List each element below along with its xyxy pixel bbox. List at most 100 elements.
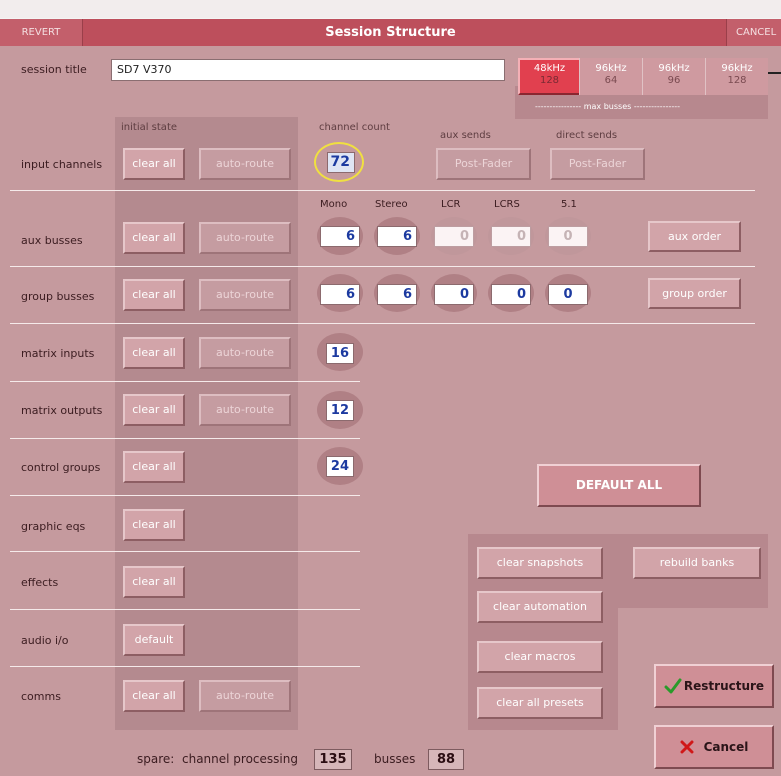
spare-channel-processing-value: 135 bbox=[314, 749, 352, 770]
group-lcr-count-field[interactable]: 0 bbox=[434, 284, 474, 305]
row-label-matrix-inputs: matrix inputs bbox=[21, 347, 95, 360]
bus-type-stereo-header: Stereo bbox=[375, 199, 408, 210]
title-bar: REVERT Session Structure CANCEL bbox=[0, 18, 781, 47]
max-busses-caption: ---------------- max busses ------------… bbox=[535, 102, 681, 111]
restructure-button[interactable]: Restructure bbox=[654, 664, 774, 708]
revert-button[interactable]: REVERT bbox=[0, 19, 83, 47]
aux-sends-header: aux sends bbox=[440, 130, 491, 141]
effects-clear-all-button[interactable]: clear all bbox=[123, 566, 185, 598]
row-divider bbox=[10, 551, 360, 552]
row-label-group-busses: group busses bbox=[21, 290, 95, 303]
matrix-outputs-auto-route-button[interactable]: auto-route bbox=[199, 394, 291, 426]
sample-rate-option-48k-128[interactable]: 48kHz 128 bbox=[518, 58, 581, 95]
clear-automation-button[interactable]: clear automation bbox=[477, 591, 603, 623]
row-divider bbox=[10, 381, 360, 382]
row-divider bbox=[10, 266, 755, 267]
sample-rate-label: 48kHz bbox=[533, 63, 566, 74]
aux-mono-count-field[interactable]: 6 bbox=[320, 226, 360, 247]
sample-rate-label: 96kHz bbox=[658, 63, 690, 74]
row-divider bbox=[10, 323, 755, 324]
clear-macros-button[interactable]: clear macros bbox=[477, 641, 603, 673]
direct-sends-header: direct sends bbox=[556, 130, 618, 141]
control-groups-clear-all-button[interactable]: clear all bbox=[123, 451, 185, 483]
checkmark-icon bbox=[664, 678, 682, 694]
restructure-label: Restructure bbox=[683, 679, 765, 693]
rebuild-banks-button[interactable]: rebuild banks bbox=[633, 547, 761, 579]
aux-stereo-count-field[interactable]: 6 bbox=[377, 226, 417, 247]
comms-auto-route-button[interactable]: auto-route bbox=[199, 680, 291, 712]
group-busses-auto-route-button[interactable]: auto-route bbox=[199, 279, 291, 311]
sample-rate-option-96k-96[interactable]: 96kHz 96 bbox=[642, 58, 705, 95]
initial-state-header: initial state bbox=[121, 122, 178, 133]
sample-rate-selector: 48kHz 128 96kHz 64 96kHz 96 96kHz 128 bbox=[515, 58, 768, 95]
input-channels-clear-all-button[interactable]: clear all bbox=[123, 148, 185, 180]
aux-lcr-count-field[interactable]: 0 bbox=[434, 226, 474, 247]
aux-5-1-count-field[interactable]: 0 bbox=[548, 226, 588, 247]
graphic-eqs-clear-all-button[interactable]: clear all bbox=[123, 509, 185, 541]
row-label-matrix-outputs: matrix outputs bbox=[21, 404, 103, 417]
aux-sends-post-fader-button[interactable]: Post-Fader bbox=[436, 148, 531, 180]
row-label-comms: comms bbox=[21, 690, 61, 703]
row-label-control-groups: control groups bbox=[21, 461, 101, 474]
row-divider bbox=[10, 609, 360, 610]
audio-io-default-button[interactable]: default bbox=[123, 624, 185, 656]
group-5-1-count-field[interactable]: 0 bbox=[548, 284, 588, 305]
aux-order-button[interactable]: aux order bbox=[648, 221, 741, 252]
bus-type-lcr-header: LCR bbox=[441, 199, 461, 210]
row-label-aux-busses: aux busses bbox=[21, 234, 83, 247]
aux-lcrs-count-field[interactable]: 0 bbox=[491, 226, 531, 247]
max-busses-value: 128 bbox=[727, 75, 747, 86]
direct-sends-post-fader-button[interactable]: Post-Fader bbox=[550, 148, 645, 180]
session-title-label: session title bbox=[21, 63, 87, 76]
spare-busses-label: busses bbox=[374, 752, 416, 766]
row-divider bbox=[10, 495, 360, 496]
bus-type-mono-header: Mono bbox=[320, 199, 348, 210]
sample-rate-option-96k-64[interactable]: 96kHz 64 bbox=[579, 58, 642, 95]
row-divider bbox=[10, 190, 755, 191]
comms-clear-all-button[interactable]: clear all bbox=[123, 680, 185, 712]
sample-rate-label: 96kHz bbox=[721, 63, 753, 74]
spare-channel-processing-label: channel processing bbox=[182, 752, 298, 766]
channel-count-header: channel count bbox=[319, 122, 390, 133]
session-title-input[interactable]: SD7 V370 bbox=[111, 59, 505, 81]
spare-busses-value: 88 bbox=[428, 749, 464, 770]
bus-type-5-1-header: 5.1 bbox=[561, 199, 577, 210]
row-label-input-channels: input channels bbox=[21, 158, 103, 171]
aux-busses-clear-all-button[interactable]: clear all bbox=[123, 222, 185, 254]
row-divider bbox=[10, 438, 360, 439]
matrix-outputs-count-field[interactable]: 12 bbox=[326, 400, 354, 421]
control-groups-count-field[interactable]: 24 bbox=[326, 456, 354, 477]
cancel-title-button[interactable]: CANCEL bbox=[726, 19, 781, 47]
row-label-audio-io: audio i/o bbox=[21, 634, 69, 647]
matrix-inputs-auto-route-button[interactable]: auto-route bbox=[199, 337, 291, 369]
group-busses-clear-all-button[interactable]: clear all bbox=[123, 279, 185, 311]
default-all-button[interactable]: DEFAULT ALL bbox=[537, 464, 701, 507]
group-stereo-count-field[interactable]: 6 bbox=[377, 284, 417, 305]
group-order-button[interactable]: group order bbox=[648, 278, 741, 309]
sample-rate-option-96k-128[interactable]: 96kHz 128 bbox=[705, 58, 768, 95]
aux-busses-auto-route-button[interactable]: auto-route bbox=[199, 222, 291, 254]
spare-label: spare: bbox=[137, 752, 175, 766]
max-busses-value: 96 bbox=[667, 75, 681, 86]
window-title: Session Structure bbox=[325, 25, 456, 40]
group-mono-count-field[interactable]: 6 bbox=[320, 284, 360, 305]
row-label-graphic-eqs: graphic eqs bbox=[21, 520, 86, 533]
matrix-inputs-clear-all-button[interactable]: clear all bbox=[123, 337, 185, 369]
input-channel-count-field[interactable]: 72 bbox=[327, 152, 355, 173]
bus-type-lcrs-header: LCRS bbox=[494, 199, 520, 210]
clear-snapshots-button[interactable]: clear snapshots bbox=[477, 547, 603, 579]
input-channels-auto-route-button[interactable]: auto-route bbox=[199, 148, 291, 180]
matrix-inputs-count-field[interactable]: 16 bbox=[326, 343, 354, 364]
max-busses-value: 128 bbox=[539, 75, 560, 86]
group-lcrs-count-field[interactable]: 0 bbox=[491, 284, 531, 305]
cancel-label: Cancel bbox=[703, 740, 749, 754]
sample-rate-label: 96kHz bbox=[595, 63, 627, 74]
matrix-outputs-clear-all-button[interactable]: clear all bbox=[123, 394, 185, 426]
max-busses-value: 64 bbox=[604, 75, 618, 86]
connector-line bbox=[768, 72, 781, 74]
row-label-effects: effects bbox=[21, 576, 59, 589]
session-structure-window: REVERT Session Structure CANCEL session … bbox=[0, 0, 781, 776]
row-divider bbox=[10, 666, 360, 667]
cancel-button[interactable]: Cancel bbox=[654, 725, 774, 769]
clear-all-presets-button[interactable]: clear all presets bbox=[477, 687, 603, 719]
